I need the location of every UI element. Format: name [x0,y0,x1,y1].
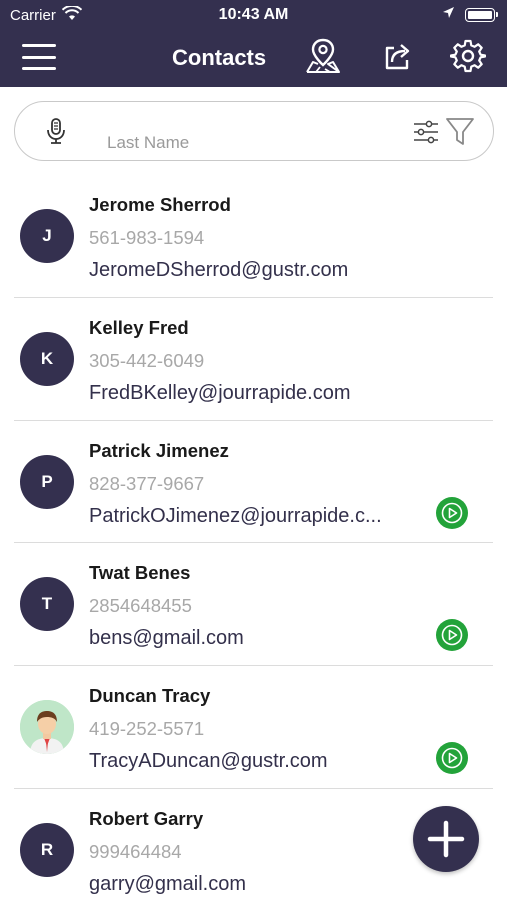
contacts-list: J Jerome Sherrod 561-983-1594 JeromeDShe… [0,175,507,900]
play-icon [441,625,463,646]
menu-icon-line [22,55,56,59]
contact-email: PatrickOJimenez@jourrapide.c... [89,504,382,527]
menu-icon-line [22,44,56,47]
nav-bar: Contacts [0,30,507,87]
contact-name: Jerome Sherrod [89,194,231,215]
app-header: Carrier 10:43 AM Contacts [0,0,507,87]
contact-phone: 305-442-6049 [89,349,205,371]
contact-name: Patrick Jimenez [89,439,229,461]
share-button[interactable] [378,38,418,78]
menu-icon-line [22,67,56,70]
status-right [442,6,498,23]
contact-email: garry@gmail.com [89,872,247,895]
status-bar: Carrier 10:43 AM [0,0,507,30]
play-button[interactable] [436,619,468,652]
search-bar [14,101,494,161]
contact-phone: 999464484 [89,840,182,862]
contact-phone: 561-983-1594 [89,227,205,248]
contact-email: FredBKelley@jourrapide.com [89,381,351,404]
contact-name: Robert Garry [89,807,204,829]
contact-row[interactable]: J Jerome Sherrod 561-983-1594 JeromeDShe… [14,175,493,298]
play-icon [441,502,463,523]
contact-phone: 419-252-5571 [89,718,205,740]
contact-email: TracyADuncan@gustr.com [89,750,328,773]
map-pin-icon [303,36,343,81]
filter-icon[interactable] [445,116,475,153]
contact-name: Twat Benes [89,562,191,584]
status-time: 10:43 AM [218,6,289,23]
contact-row[interactable]: K Kelley Fred 305-442-6049 FredBKelley@j… [14,298,493,421]
microphone-icon[interactable] [45,117,67,152]
page-title: Contacts [172,45,267,70]
search-input[interactable] [107,130,397,156]
contact-name: Duncan Tracy [89,685,211,707]
contact-row[interactable]: P Patrick Jimenez 828-377-9667 PatrickOJ… [14,421,493,544]
sliders-icon[interactable] [412,119,440,150]
contact-row[interactable]: Duncan Tracy 419-252-5571 TracyADuncan@g… [14,666,493,789]
map-button[interactable] [303,38,343,78]
avatar: R [20,822,74,877]
contact-phone: 2854648455 [89,595,192,617]
avatar: J [20,209,74,263]
battery-icon [465,7,498,22]
play-button[interactable] [436,496,468,529]
gear-icon [449,38,487,79]
avatar: P [20,454,74,509]
plus-icon [427,820,465,858]
location-arrow-icon [442,6,455,23]
contact-email: bens@gmail.com [89,627,244,650]
share-icon [381,39,415,78]
add-contact-button[interactable] [413,806,479,872]
contact-name: Kelley Fred [89,316,189,338]
avatar: K [20,331,74,386]
avatar: T [20,577,74,632]
avatar-photo [20,700,74,755]
play-icon [441,747,463,769]
play-button[interactable] [436,742,468,775]
contact-phone: 828-377-9667 [89,472,205,494]
menu-button[interactable] [22,44,56,70]
contact-row[interactable]: T Twat Benes 2854648455 bens@gmail.com [14,543,493,667]
contact-email: JeromeDSherrod@gustr.com [89,259,349,281]
settings-button[interactable] [448,38,488,78]
